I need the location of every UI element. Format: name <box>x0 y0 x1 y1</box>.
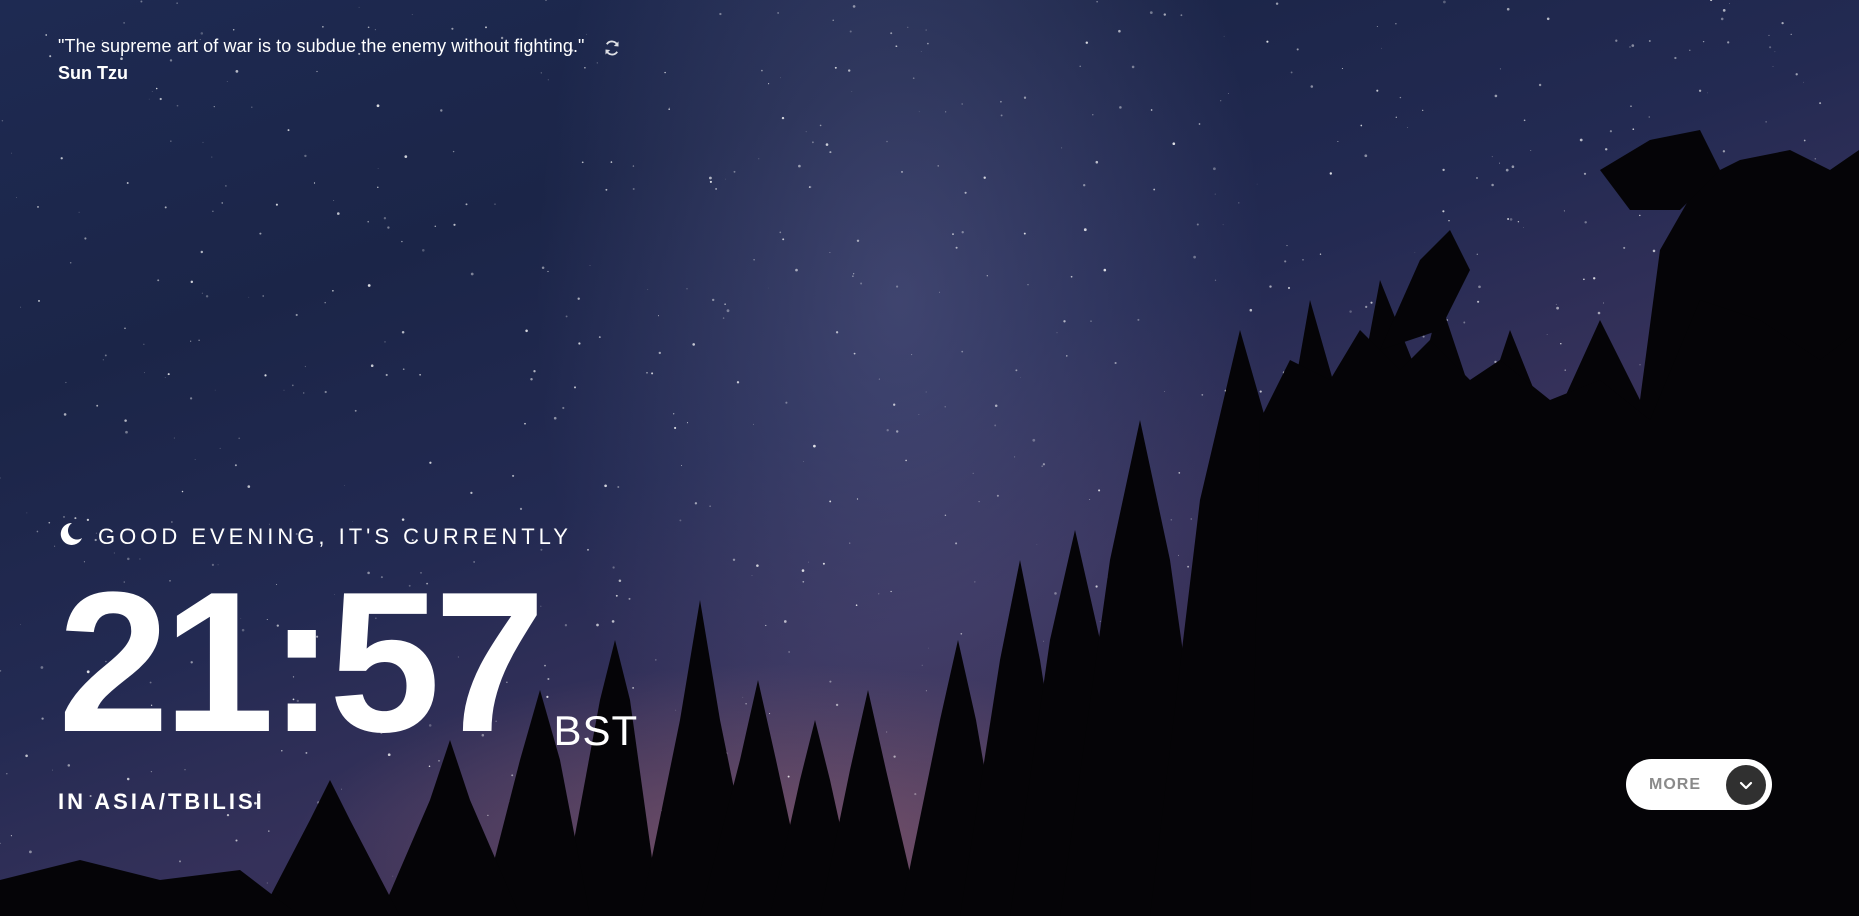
greeting: GOOD EVENING, IT'S CURRENTLY <box>58 521 572 552</box>
refresh-icon[interactable] <box>603 39 621 57</box>
background-night-sky <box>0 0 1859 916</box>
more-button-label: MORE <box>1649 775 1701 793</box>
quote-block: "The supreme art of war is to subdue the… <box>58 34 621 84</box>
greeting-text: GOOD EVENING, IT'S CURRENTLY <box>98 523 572 549</box>
current-time: 21:57 <box>58 551 546 774</box>
timezone-abbreviation: BST <box>553 707 639 754</box>
quote-author: Sun Tzu <box>58 63 128 83</box>
tree-silhouettes <box>0 130 1859 916</box>
location-label: IN ASIA/TBILISI <box>58 789 265 814</box>
moon-icon <box>58 521 98 552</box>
clock: 21:57 BST <box>58 563 638 763</box>
quote-text: "The supreme art of war is to subdue the… <box>58 36 585 56</box>
more-button[interactable]: MORE <box>1626 759 1772 810</box>
chevron-down-icon <box>1726 764 1766 805</box>
